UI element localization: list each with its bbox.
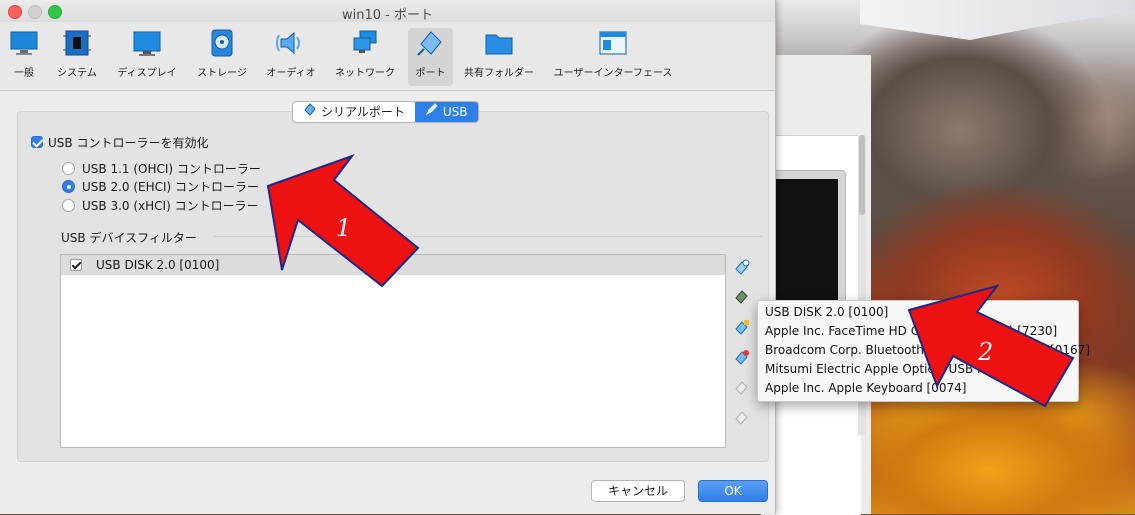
network-icon <box>349 28 381 58</box>
usb30-label: USB 3.0 (xHCI) コントローラー <box>82 199 259 213</box>
usb30-radio[interactable] <box>62 199 75 212</box>
toolbar-label-system: システム <box>57 68 97 79</box>
toolbar-item-ports[interactable]: ポート <box>408 28 453 86</box>
user-interface-icon <box>597 28 629 58</box>
add-device-filter-button[interactable] <box>733 287 751 305</box>
usb-pen-icon <box>425 102 439 122</box>
toolbar-label-general: 一般 <box>14 68 34 79</box>
usb-filters-heading: USB デバイスフィルター <box>61 231 197 245</box>
usb20-radio[interactable] <box>62 180 75 193</box>
usb20-label: USB 2.0 (EHCI) コントローラー <box>82 180 260 194</box>
toolbar-item-audio[interactable]: オーディオ <box>262 28 320 86</box>
move-filter-down-button[interactable] <box>733 408 751 426</box>
toolbar-item-system[interactable]: システム <box>52 28 102 86</box>
tab-usb-label: USB <box>442 105 468 119</box>
toolbar-label-storage: ストレージ <box>197 68 247 79</box>
filter-enabled-checkbox[interactable] <box>70 259 82 271</box>
port-plug-icon <box>415 28 447 58</box>
background-virtualbox-window <box>760 55 871 515</box>
storage-disk-icon <box>206 28 238 58</box>
move-down-icon <box>735 411 748 425</box>
remove-filter-icon <box>735 350 749 365</box>
toolbar-item-general[interactable]: 一般 <box>4 28 44 86</box>
cancel-button[interactable]: キャンセル <box>591 480 685 502</box>
toolbar-label-shared-folders: 共有フォルダー <box>464 68 534 79</box>
general-icon <box>8 28 40 58</box>
enable-usb-label: USB コントローラーを有効化 <box>48 136 209 150</box>
system-chip-icon <box>61 28 93 58</box>
annotation-number-2: 2 <box>978 338 994 366</box>
toolbar-label-audio: オーディオ <box>266 68 316 79</box>
display-monitor-icon <box>131 28 163 58</box>
toolbar-label-user-interface: ユーザーインターフェース <box>553 68 673 79</box>
add-filter-icon <box>735 259 750 275</box>
title-bar: win10 - ポート <box>0 0 775 23</box>
tab-serial-port[interactable]: シリアルポート <box>293 102 415 122</box>
toolbar-item-storage[interactable]: ストレージ <box>194 28 250 86</box>
ok-button[interactable]: OK <box>698 480 768 502</box>
settings-toolbar: 一般 システム ディスプレイ ストレージ オーディオ ネットワーク ポート 共有… <box>0 22 775 91</box>
usb11-label: USB 1.1 (OHCI) コントローラー <box>82 162 261 176</box>
toolbar-item-user-interface[interactable]: ユーザーインターフェース <box>551 28 675 86</box>
add-device-filter-icon <box>735 290 748 304</box>
toolbar-label-network: ネットワーク <box>335 68 395 79</box>
edit-filter-button[interactable] <box>733 318 751 336</box>
audio-speaker-icon <box>275 28 307 58</box>
tab-usb[interactable]: USB <box>414 102 478 122</box>
usb11-radio[interactable] <box>62 162 75 175</box>
tab-serial-port-label: シリアルポート <box>321 105 405 119</box>
toolbar-label-ports: ポート <box>415 68 446 79</box>
annotation-number-1: 1 <box>336 214 352 242</box>
serial-port-icon <box>303 102 317 122</box>
move-filter-up-button[interactable] <box>733 378 751 396</box>
edit-filter-icon <box>735 320 749 335</box>
menu-item-usb-disk[interactable]: USB DISK 2.0 [0100] <box>765 305 888 319</box>
filter-label: USB DISK 2.0 [0100] <box>96 258 220 272</box>
shared-folder-icon <box>483 28 515 58</box>
toolbar-item-network[interactable]: ネットワーク <box>330 28 400 86</box>
port-tabs: シリアルポート USB <box>292 101 479 123</box>
toolbar-item-display[interactable]: ディスプレイ <box>112 28 182 86</box>
window-title: win10 - ポート <box>342 8 433 23</box>
move-up-icon <box>735 381 748 395</box>
add-empty-filter-button[interactable] <box>733 258 751 276</box>
toolbar-label-display: ディスプレイ <box>117 68 177 79</box>
remove-filter-button[interactable] <box>733 348 751 366</box>
enable-usb-checkbox[interactable] <box>31 136 43 148</box>
toolbar-item-shared-folders[interactable]: 共有フォルダー <box>460 28 538 86</box>
